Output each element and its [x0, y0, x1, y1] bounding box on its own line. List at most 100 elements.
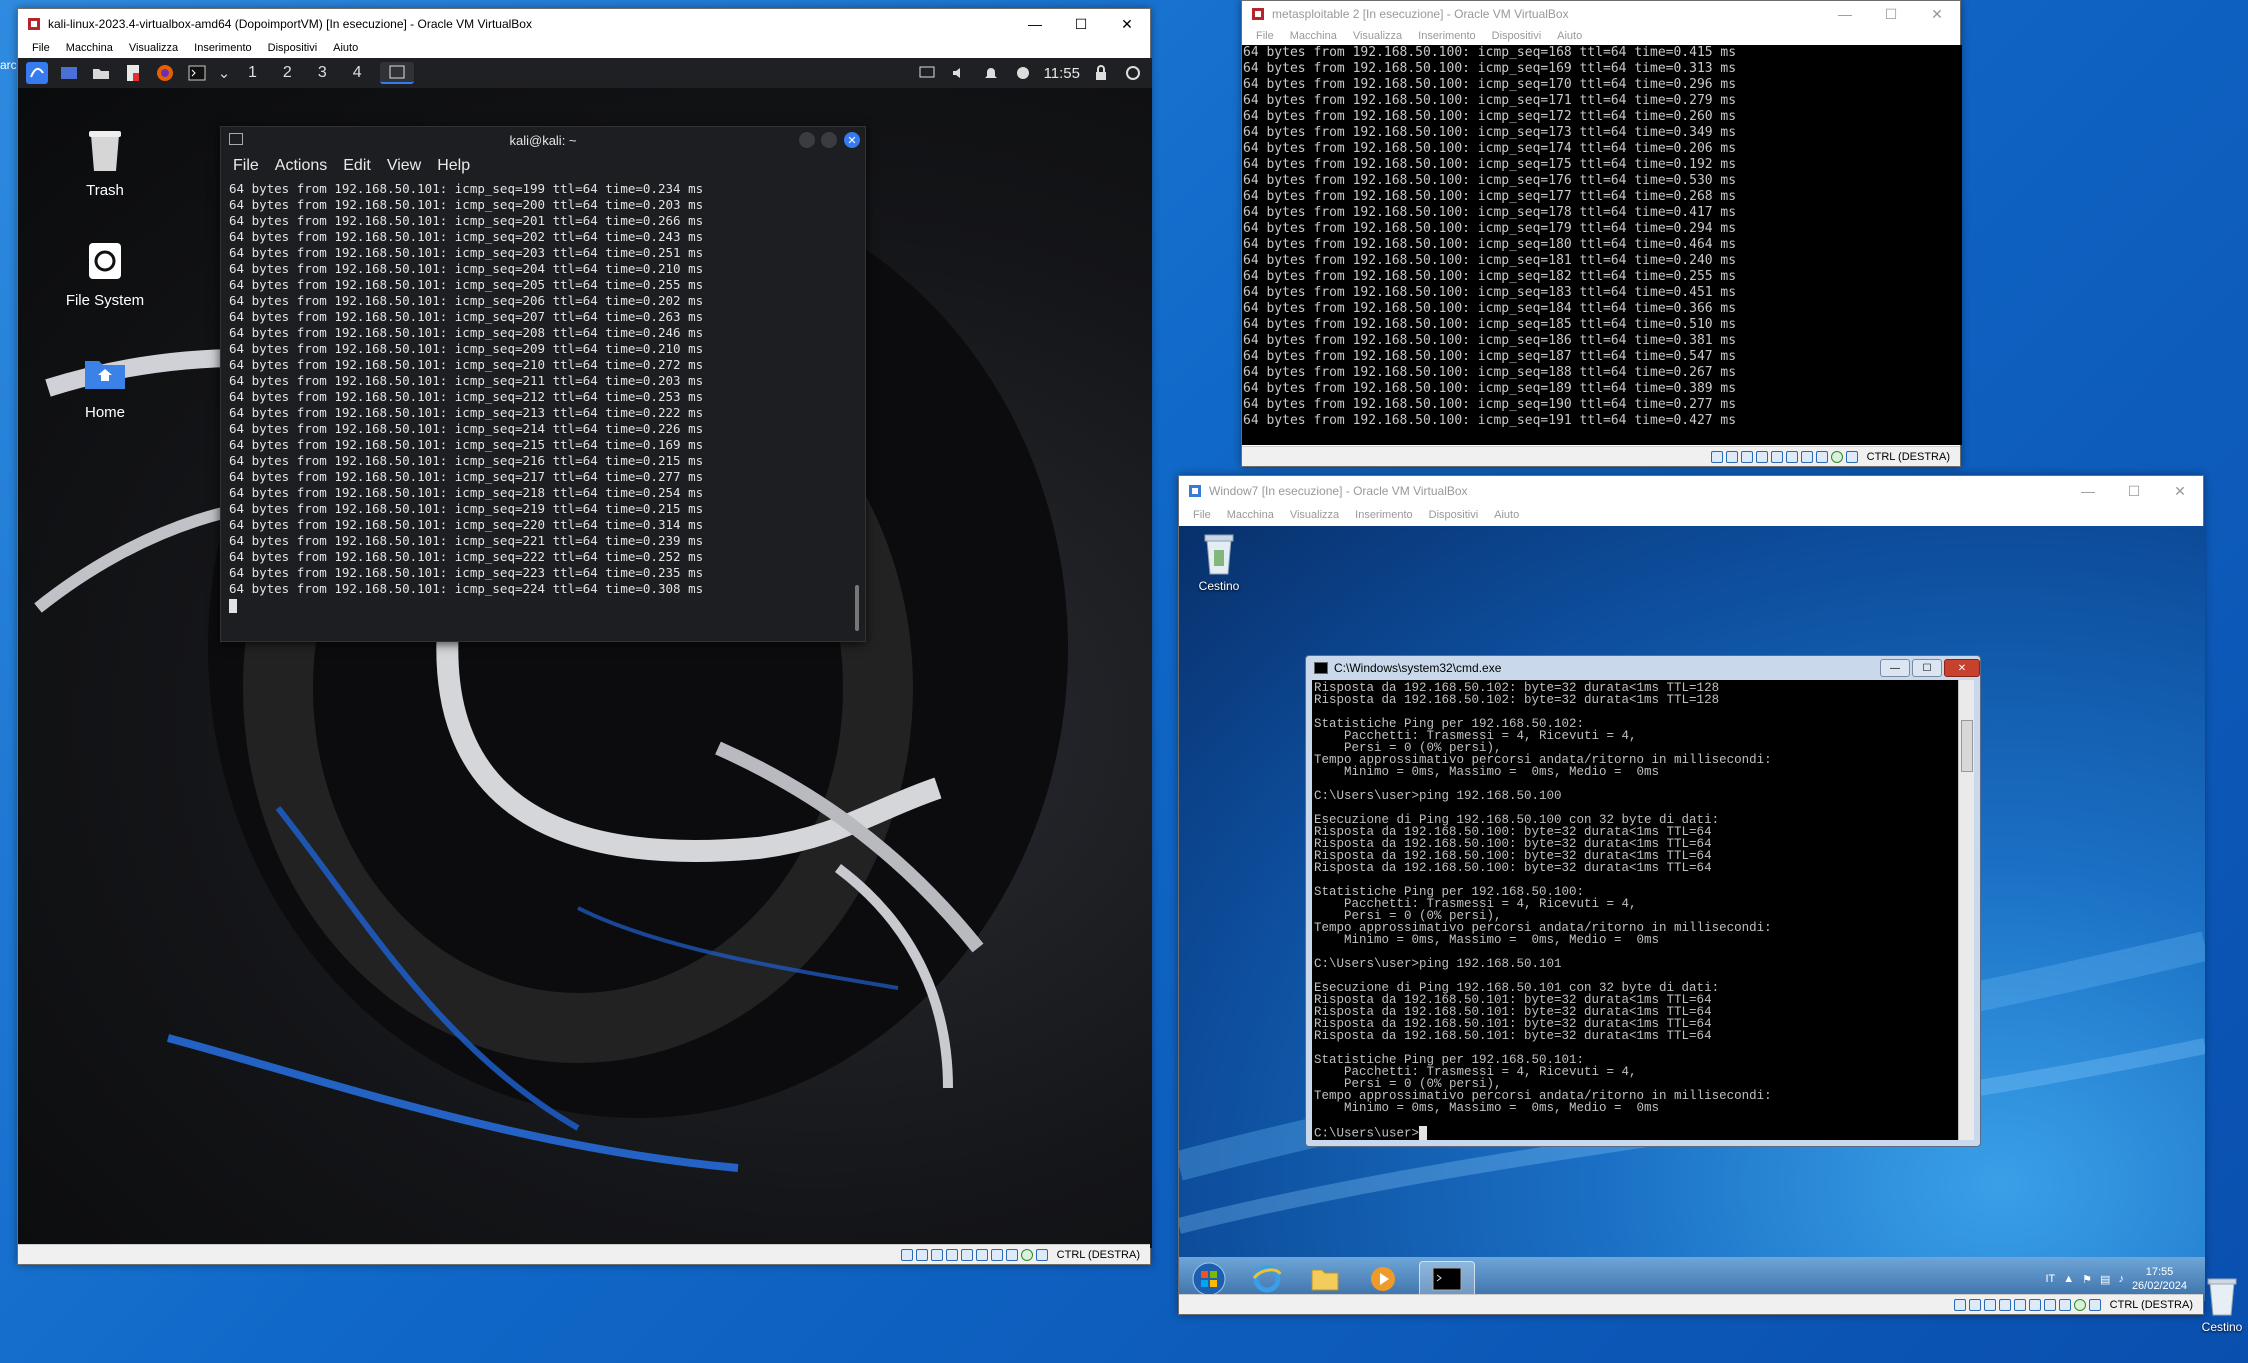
cpu-icon[interactable] — [1830, 450, 1843, 463]
show-desktop-icon[interactable] — [58, 62, 80, 84]
menu-macchina[interactable]: Macchina — [58, 42, 121, 54]
display-settings-icon[interactable] — [2043, 1298, 2056, 1311]
menu-macchina[interactable]: Macchina — [1282, 30, 1345, 42]
menu-visualizza[interactable]: Visualizza — [1345, 30, 1410, 42]
terminal-menu-actions[interactable]: Actions — [275, 157, 327, 175]
display-icon[interactable] — [916, 62, 938, 84]
menu-aiuto[interactable]: Aiuto — [1549, 30, 1590, 42]
terminal-close-button[interactable]: ✕ — [844, 132, 860, 148]
usb-icon[interactable] — [2013, 1298, 2026, 1311]
network-icon[interactable] — [945, 1248, 958, 1261]
menu-inserimento[interactable]: Inserimento — [1347, 509, 1420, 521]
desktop-icon-home[interactable]: Home — [50, 350, 160, 421]
optical-drive-icon[interactable] — [915, 1248, 928, 1261]
terminal-title-bar[interactable]: kali@kali: ~ ✕ — [221, 127, 865, 153]
optical-drive-icon[interactable] — [1968, 1298, 1981, 1311]
kali-desktop[interactable]: Trash File System Home kali@kali: ~ ✕ Fi… — [18, 88, 1152, 1248]
display-settings-icon[interactable] — [990, 1248, 1003, 1261]
close-button[interactable]: ✕ — [1104, 9, 1150, 39]
panel-clock[interactable]: 11:55 — [1044, 65, 1080, 82]
minimize-button[interactable]: — — [2065, 476, 2111, 506]
kali-title-bar[interactable]: kali-linux-2023.4-virtualbox-amd64 (Dopo… — [18, 9, 1150, 39]
firefox-icon[interactable] — [154, 62, 176, 84]
cpu-icon[interactable] — [1020, 1248, 1033, 1261]
menu-file[interactable]: File — [1248, 30, 1282, 42]
cpu-icon[interactable] — [2073, 1298, 2086, 1311]
volume-icon[interactable] — [948, 62, 970, 84]
minimize-button[interactable]: — — [1822, 0, 1868, 29]
win7-desktop-recycle-bin[interactable]: Cestino — [1191, 532, 1247, 593]
action-center-icon[interactable]: ⚑ — [2082, 1273, 2092, 1286]
minimize-button[interactable]: — — [1012, 9, 1058, 39]
cmd-close-button[interactable]: ✕ — [1944, 659, 1980, 677]
cmd-output[interactable]: Risposta da 192.168.50.102: byte=32 dura… — [1312, 680, 1958, 1140]
close-button[interactable]: ✕ — [2157, 476, 2203, 506]
win7-vm-window[interactable]: Window7 [In esecuzione] - Oracle VM Virt… — [1178, 475, 2205, 1315]
lock-icon[interactable] — [1090, 62, 1112, 84]
menu-dispositivi[interactable]: Dispositivi — [1421, 509, 1487, 521]
menu-macchina[interactable]: Macchina — [1219, 509, 1282, 521]
recording-icon[interactable] — [1005, 1248, 1018, 1261]
desktop-icon-filesystem[interactable]: File System — [50, 238, 160, 309]
maximize-button[interactable]: ☐ — [1868, 0, 1914, 29]
terminal-window[interactable]: kali@kali: ~ ✕ File Actions Edit View He… — [220, 126, 866, 642]
kali-vm-window[interactable]: kali-linux-2023.4-virtualbox-amd64 (Dopo… — [17, 8, 1152, 1265]
menu-visualizza[interactable]: Visualizza — [1282, 509, 1347, 521]
kali-menu-icon[interactable] — [26, 62, 48, 84]
shared-folder-icon[interactable] — [975, 1248, 988, 1261]
cmd-title-bar[interactable]: C:\Windows\system32\cmd.exe — ☐ ✕ — [1306, 656, 1980, 680]
metasploitable-vm-window[interactable]: metasploitable 2 [In esecuzione] - Oracl… — [1241, 0, 1962, 467]
hdd-icon[interactable] — [1710, 450, 1723, 463]
menu-file[interactable]: File — [1185, 509, 1219, 521]
text-editor-icon[interactable] — [122, 62, 144, 84]
file-manager-icon[interactable] — [90, 62, 112, 84]
taskbar-internet-explorer[interactable] — [1245, 1261, 1289, 1297]
workspace-1[interactable]: 1 — [240, 64, 265, 82]
metasploitable-console-output[interactable]: 64 bytes from 192.168.50.100: icmp_seq=1… — [1242, 45, 1962, 445]
recording-icon[interactable] — [1815, 450, 1828, 463]
start-button[interactable] — [1187, 1261, 1231, 1297]
desktop-icon-trash[interactable]: Trash — [50, 128, 160, 199]
usb-icon[interactable] — [960, 1248, 973, 1261]
menu-file[interactable]: File — [24, 42, 58, 54]
menu-visualizza[interactable]: Visualizza — [121, 42, 186, 54]
volume-tray-icon[interactable]: ♪ — [2118, 1273, 2124, 1285]
maximize-button[interactable]: ☐ — [2111, 476, 2157, 506]
menu-dispositivi[interactable]: Dispositivi — [1484, 30, 1550, 42]
menu-aiuto[interactable]: Aiuto — [1486, 509, 1527, 521]
mouse-integration-icon[interactable] — [1035, 1248, 1048, 1261]
menu-inserimento[interactable]: Inserimento — [186, 42, 259, 54]
taskbar-explorer[interactable] — [1303, 1261, 1347, 1297]
meta-title-bar[interactable]: metasploitable 2 [In esecuzione] - Oracl… — [1242, 1, 1960, 27]
terminal-menu-view[interactable]: View — [387, 157, 421, 175]
win7-title-bar[interactable]: Window7 [In esecuzione] - Oracle VM Virt… — [1179, 476, 2203, 506]
network-icon[interactable] — [1998, 1298, 2011, 1311]
shared-folder-icon[interactable] — [2028, 1298, 2041, 1311]
audio-icon[interactable] — [1983, 1298, 1996, 1311]
network-tray-icon[interactable]: ▤ — [2100, 1273, 2110, 1286]
taskbar-media-player[interactable] — [1361, 1261, 1405, 1297]
mouse-integration-icon[interactable] — [2088, 1298, 2101, 1311]
display-settings-icon[interactable] — [1800, 450, 1813, 463]
terminal-minimize-button[interactable] — [799, 132, 815, 148]
hdd-icon[interactable] — [1953, 1298, 1966, 1311]
cmd-maximize-button[interactable]: ☐ — [1912, 659, 1942, 677]
win7-clock[interactable]: 17:55 26/02/2024 — [2132, 1265, 2187, 1293]
terminal-output[interactable]: 64 bytes from 192.168.50.101: icmp_seq=1… — [221, 179, 865, 615]
terminal-launcher-icon[interactable] — [186, 62, 208, 84]
power-status-icon[interactable] — [1012, 62, 1034, 84]
network-icon[interactable] — [1755, 450, 1768, 463]
close-button[interactable]: ✕ — [1914, 0, 1960, 29]
cmd-scrollbar[interactable] — [1958, 680, 1974, 1140]
cmd-window[interactable]: C:\Windows\system32\cmd.exe — ☐ ✕ Rispos… — [1305, 655, 1981, 1147]
kali-guest-screen[interactable]: ⌄ 1 2 3 4 11:55 Trash File System Home k… — [18, 58, 1152, 1248]
language-indicator[interactable]: IT — [2045, 1273, 2055, 1285]
tray-expand-icon[interactable]: ▲ — [2063, 1273, 2074, 1285]
cmd-scrollbar-thumb[interactable] — [1961, 720, 1973, 772]
audio-icon[interactable] — [930, 1248, 943, 1261]
shared-folder-icon[interactable] — [1785, 450, 1798, 463]
workspace-3[interactable]: 3 — [310, 64, 335, 82]
notification-bell-icon[interactable] — [980, 62, 1002, 84]
taskbar-terminal-button[interactable] — [379, 62, 414, 84]
terminal-menu-help[interactable]: Help — [437, 157, 470, 175]
